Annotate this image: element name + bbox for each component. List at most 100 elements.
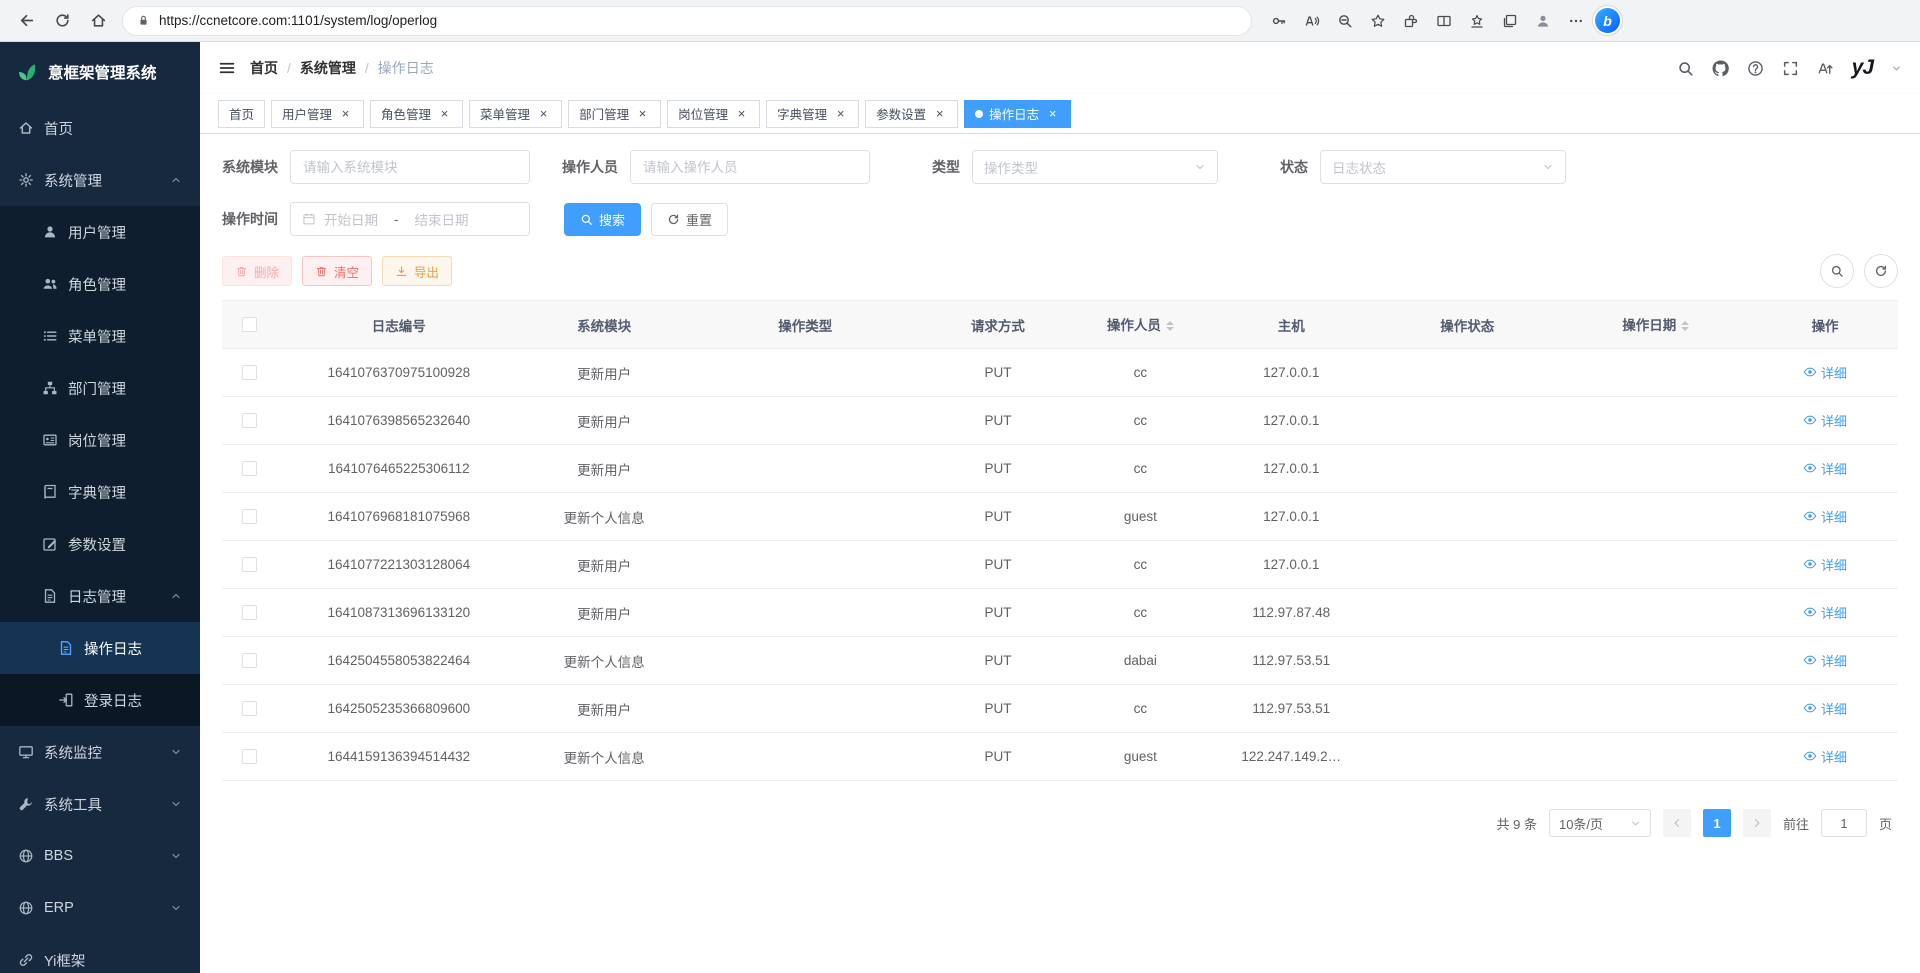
column-header-date[interactable]: 操作日期	[1559, 301, 1752, 349]
sidebar-item-home[interactable]: 首页	[0, 102, 200, 154]
question-icon[interactable]	[1747, 60, 1764, 77]
sidebar-item-param[interactable]: 参数设置	[0, 518, 200, 570]
collections-icon[interactable]	[1495, 6, 1525, 36]
toggle-search-button[interactable]	[1820, 254, 1854, 288]
row-checkbox[interactable]	[242, 365, 257, 380]
row-checkbox[interactable]	[242, 557, 257, 572]
detail-link[interactable]: 详细	[1803, 459, 1847, 478]
sidebar-item-bbs[interactable]: BBS	[0, 830, 200, 882]
app-logo[interactable]: 意框架管理系统	[0, 42, 200, 102]
sidebar-item-dept[interactable]: 部门管理	[0, 362, 200, 414]
next-page-button[interactable]	[1743, 809, 1771, 837]
reset-button[interactable]: 重置	[651, 203, 728, 236]
page-number-button[interactable]: 1	[1703, 809, 1731, 837]
tab-close-icon[interactable]: ×	[932, 106, 947, 121]
extensions-icon[interactable]	[1396, 6, 1426, 36]
sidebar-item-log[interactable]: 日志管理	[0, 570, 200, 622]
tab-菜单管理[interactable]: 菜单管理×	[469, 100, 562, 128]
row-checkbox[interactable]	[242, 653, 257, 668]
date-range-input[interactable]: 开始日期 - 结束日期	[290, 202, 530, 236]
tab-用户管理[interactable]: 用户管理×	[271, 100, 364, 128]
chevron-down-icon[interactable]	[1891, 63, 1902, 74]
breadcrumb-item[interactable]: 首页	[250, 58, 278, 78]
address-bar[interactable]: https://ccnetcore.com:1101/system/log/op…	[122, 6, 1252, 36]
detail-link[interactable]: 详细	[1803, 651, 1847, 670]
detail-link[interactable]: 详细	[1803, 363, 1847, 382]
detail-link[interactable]: 详细	[1803, 747, 1847, 766]
brand-logo[interactable]: yJ	[1852, 56, 1873, 80]
column-header-operator[interactable]: 操作人员	[1073, 301, 1207, 349]
tab-close-icon[interactable]: ×	[437, 106, 452, 121]
module-input[interactable]	[290, 150, 530, 184]
favorite-add-icon[interactable]	[1363, 6, 1393, 36]
sidebar-item-operlog[interactable]: 操作日志	[0, 622, 200, 674]
refresh-table-button[interactable]	[1864, 254, 1898, 288]
page-size-select[interactable]: 10条/页	[1549, 809, 1651, 837]
favorites-bar-icon[interactable]	[1462, 6, 1492, 36]
clear-button[interactable]: 清空	[302, 256, 372, 286]
operator-input[interactable]	[630, 150, 870, 184]
row-checkbox[interactable]	[242, 461, 257, 476]
sidebar-item-menu[interactable]: 菜单管理	[0, 310, 200, 362]
detail-link[interactable]: 详细	[1803, 603, 1847, 622]
goto-page-input[interactable]	[1821, 809, 1867, 837]
tab-首页[interactable]: 首页	[218, 100, 265, 128]
row-checkbox[interactable]	[242, 509, 257, 524]
sort-caret[interactable]	[1166, 317, 1174, 335]
sidebar-item-tools[interactable]: 系统工具	[0, 778, 200, 830]
search-button[interactable]: 搜索	[564, 203, 641, 236]
breadcrumb-item[interactable]: 系统管理	[300, 58, 356, 78]
sidebar-item-role[interactable]: 角色管理	[0, 258, 200, 310]
tab-部门管理[interactable]: 部门管理×	[568, 100, 661, 128]
detail-link[interactable]: 详细	[1803, 555, 1847, 574]
key-icon[interactable]	[1264, 6, 1294, 36]
sort-caret[interactable]	[1681, 317, 1689, 335]
more-icon[interactable]	[1561, 6, 1591, 36]
github-icon[interactable]	[1712, 60, 1729, 77]
tab-参数设置[interactable]: 参数设置×	[865, 100, 958, 128]
profile-icon[interactable]	[1528, 6, 1558, 36]
url-text[interactable]: https://ccnetcore.com:1101/system/log/op…	[159, 13, 437, 28]
font-size-icon[interactable]	[1817, 60, 1834, 77]
detail-link[interactable]: 详细	[1803, 699, 1847, 718]
status-select[interactable]: 日志状态	[1320, 150, 1566, 184]
export-button[interactable]: 导出	[382, 256, 452, 286]
tab-close-icon[interactable]: ×	[734, 106, 749, 121]
delete-button[interactable]: 删除	[222, 256, 292, 286]
home-icon[interactable]	[82, 5, 114, 37]
tab-字典管理[interactable]: 字典管理×	[766, 100, 859, 128]
split-screen-icon[interactable]	[1429, 6, 1459, 36]
tab-close-icon[interactable]: ×	[635, 106, 650, 121]
search-icon[interactable]	[1677, 60, 1694, 77]
detail-link[interactable]: 详细	[1803, 507, 1847, 526]
select-all-checkbox[interactable]	[242, 317, 257, 332]
sidebar-item-dict[interactable]: 字典管理	[0, 466, 200, 518]
back-icon[interactable]	[10, 5, 42, 37]
detail-link[interactable]: 详细	[1803, 411, 1847, 430]
tab-操作日志[interactable]: 操作日志×	[964, 100, 1071, 128]
tab-close-icon[interactable]: ×	[338, 106, 353, 121]
refresh-icon[interactable]	[46, 5, 78, 37]
sidebar-item-user[interactable]: 用户管理	[0, 206, 200, 258]
row-checkbox[interactable]	[242, 749, 257, 764]
sidebar-item-loginlog[interactable]: 登录日志	[0, 674, 200, 726]
zoom-out-icon[interactable]	[1330, 6, 1360, 36]
copilot-icon[interactable]: b	[1595, 8, 1620, 33]
sidebar-item-yi[interactable]: Yi框架	[0, 934, 200, 973]
tab-close-icon[interactable]: ×	[833, 106, 848, 121]
sidebar-item-monitor[interactable]: 系统监控	[0, 726, 200, 778]
tab-角色管理[interactable]: 角色管理×	[370, 100, 463, 128]
row-checkbox[interactable]	[242, 605, 257, 620]
tab-岗位管理[interactable]: 岗位管理×	[667, 100, 760, 128]
sidebar-item-system[interactable]: 系统管理	[0, 154, 200, 206]
sidebar-item-post[interactable]: 岗位管理	[0, 414, 200, 466]
row-checkbox[interactable]	[242, 701, 257, 716]
type-select[interactable]: 操作类型	[972, 150, 1218, 184]
menu-fold-icon[interactable]	[218, 59, 236, 77]
fullscreen-icon[interactable]	[1782, 60, 1799, 77]
sidebar-item-erp[interactable]: ERP	[0, 882, 200, 934]
read-aloud-icon[interactable]	[1297, 6, 1327, 36]
tab-close-icon[interactable]: ×	[536, 106, 551, 121]
prev-page-button[interactable]	[1663, 809, 1691, 837]
tab-close-icon[interactable]: ×	[1045, 106, 1060, 121]
